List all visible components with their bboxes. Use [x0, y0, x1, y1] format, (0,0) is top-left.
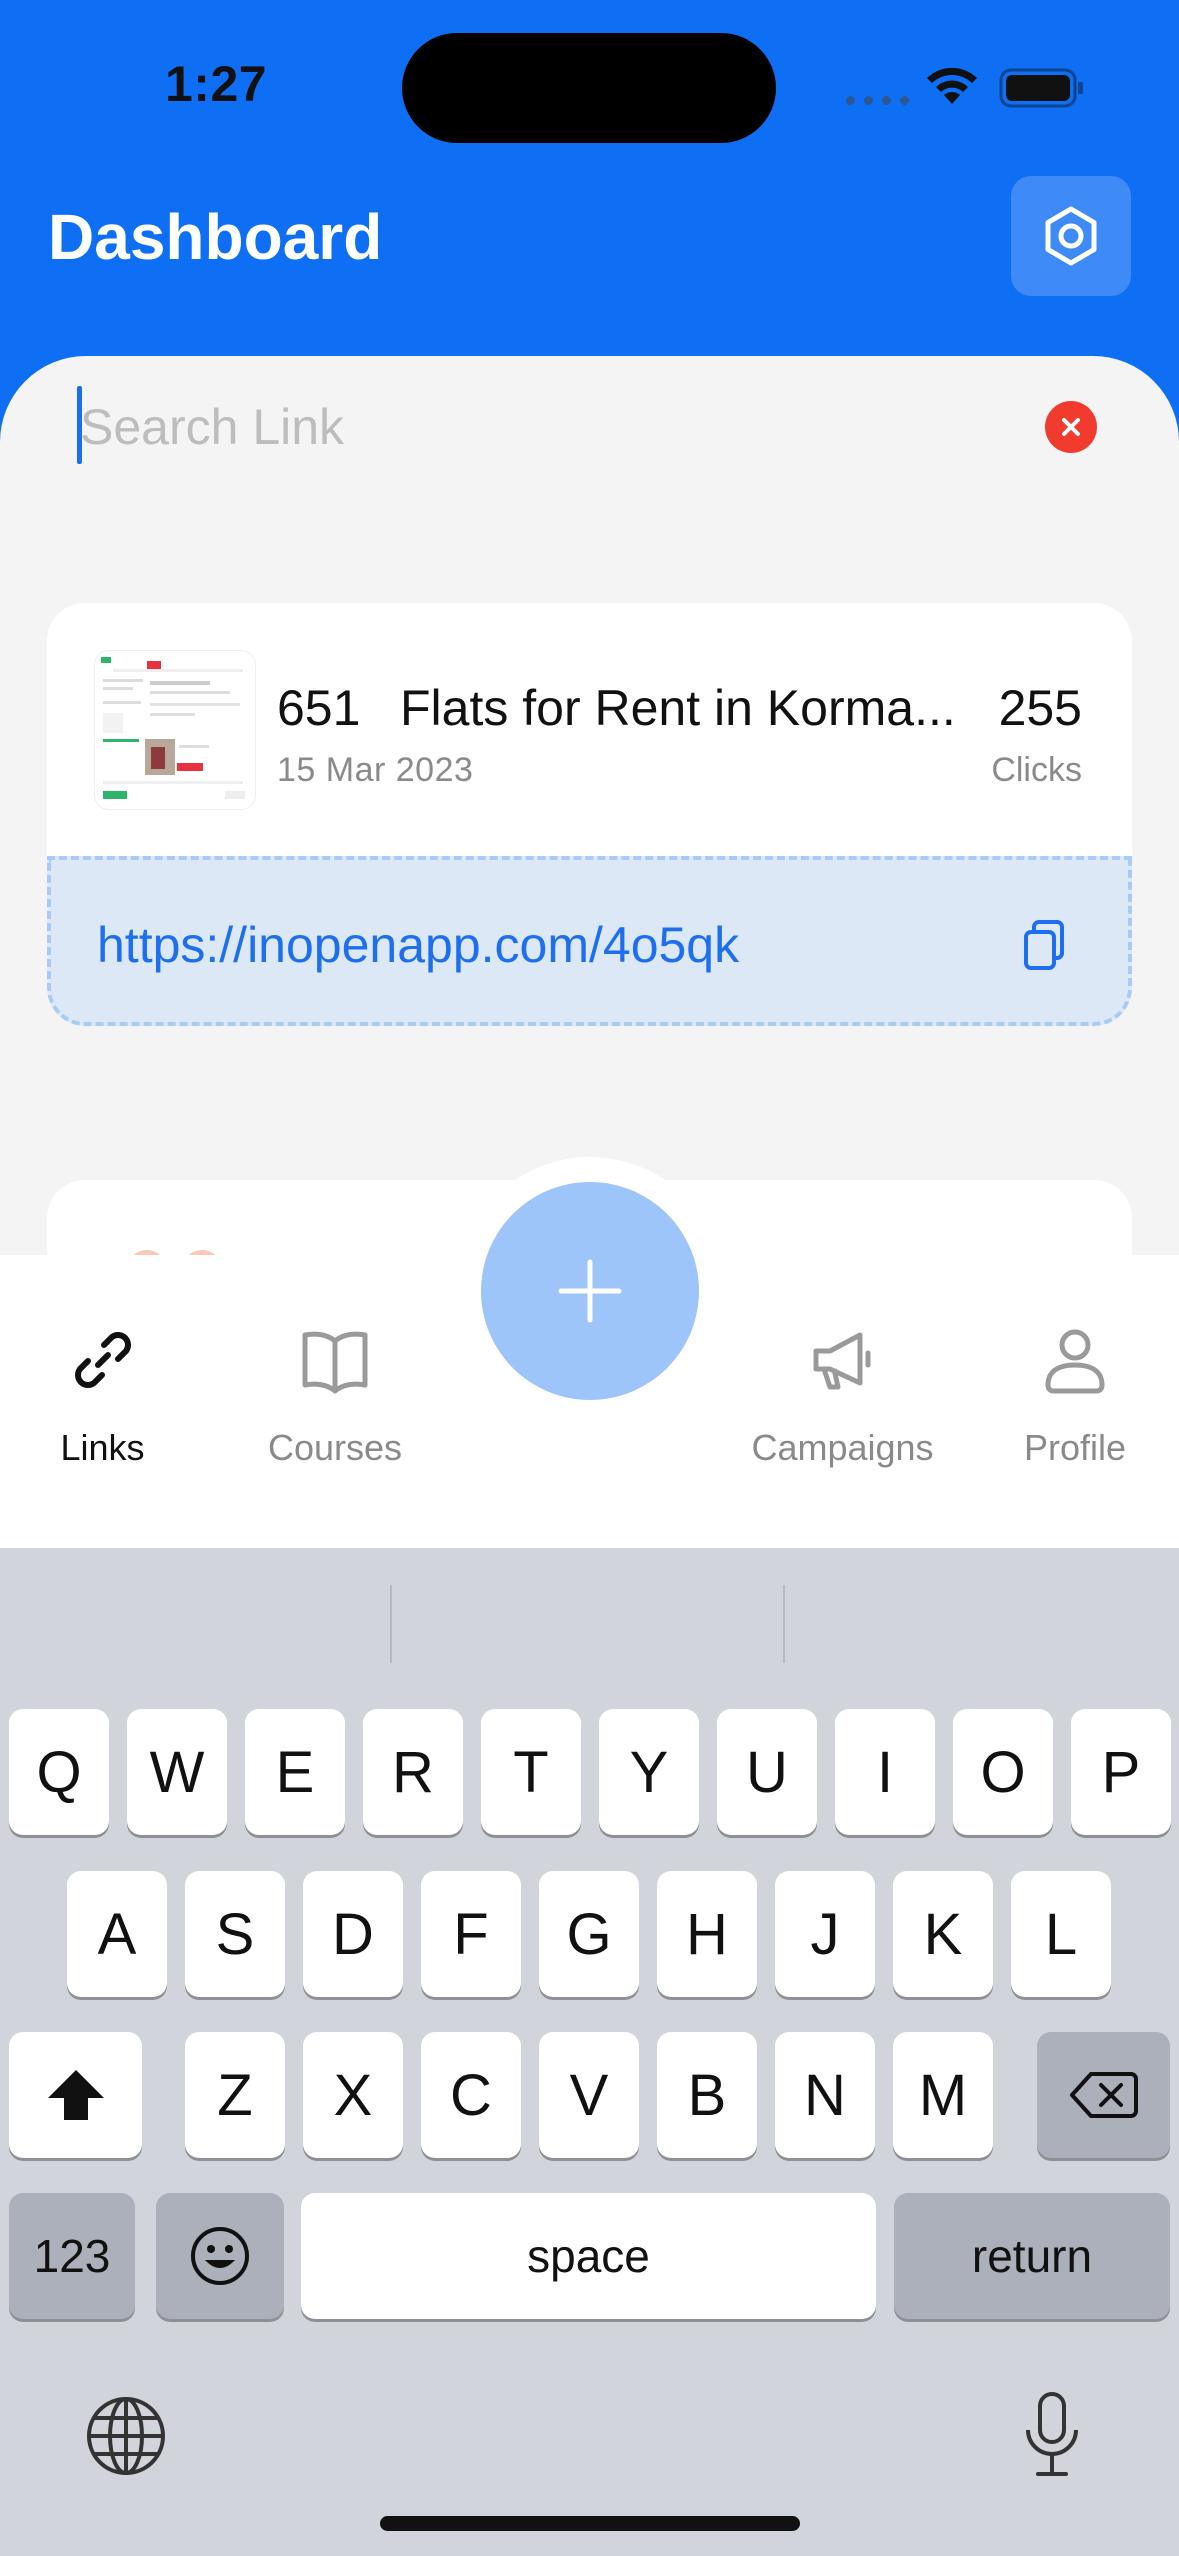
battery-icon	[999, 68, 1083, 108]
link-title: Flats for Rent in Korma...	[400, 680, 956, 736]
copy-icon[interactable]	[1020, 918, 1070, 974]
tab-label: Profile	[1023, 1427, 1127, 1468]
key-z[interactable]: Z	[185, 2032, 285, 2158]
delete-key[interactable]	[1037, 2032, 1170, 2158]
person-icon	[1045, 1329, 1105, 1394]
close-icon	[1062, 418, 1080, 436]
short-url-row[interactable]: https://inopenapp.com/4o5qk	[47, 856, 1132, 1026]
key-o[interactable]: O	[953, 1709, 1053, 1835]
key-w[interactable]: W	[127, 1709, 227, 1835]
key-m[interactable]: M	[893, 2032, 993, 2158]
backspace-icon	[1069, 2072, 1138, 2118]
page-title: Dashboard	[48, 201, 383, 273]
key-a[interactable]: A	[67, 1871, 167, 1997]
home-indicator[interactable]	[380, 2516, 800, 2531]
space-key[interactable]: space	[301, 2193, 876, 2319]
key-h[interactable]: H	[657, 1871, 757, 1997]
link-icon	[74, 1332, 131, 1388]
settings-button[interactable]	[1011, 176, 1131, 296]
tab-label: Courses	[267, 1427, 403, 1468]
key-p[interactable]: P	[1071, 1709, 1171, 1835]
click-count: 255	[998, 680, 1082, 736]
shift-key[interactable]	[9, 2032, 142, 2158]
clear-search-button[interactable]	[1045, 401, 1097, 453]
key-y[interactable]: Y	[599, 1709, 699, 1835]
key-i[interactable]: I	[835, 1709, 935, 1835]
link-date: 15 Mar 2023	[277, 751, 474, 789]
key-g[interactable]: G	[539, 1871, 639, 1997]
wifi-icon	[927, 67, 977, 104]
tab-label: Campaigns	[751, 1427, 934, 1468]
key-f[interactable]: F	[421, 1871, 521, 1997]
key-k[interactable]: K	[893, 1871, 993, 1997]
key-r[interactable]: R	[363, 1709, 463, 1835]
key-c[interactable]: C	[421, 2032, 521, 2158]
key-d[interactable]: D	[303, 1871, 403, 1997]
plus-icon	[558, 1259, 622, 1323]
link-id: 651	[277, 680, 361, 736]
tab-label: Links	[60, 1427, 145, 1468]
tab-profile[interactable]: Profile	[1010, 1325, 1140, 1469]
click-count-label: Clicks	[991, 751, 1082, 789]
dynamic-island	[402, 33, 776, 143]
status-time: 1:27	[165, 56, 268, 112]
emoji-key[interactable]	[156, 2193, 284, 2319]
key-v[interactable]: V	[539, 2032, 639, 2158]
shift-arrow-icon	[47, 2070, 104, 2120]
signal-dots-icon	[846, 96, 909, 105]
key-u[interactable]: U	[717, 1709, 817, 1835]
key-e[interactable]: E	[245, 1709, 345, 1835]
megaphone-icon	[813, 1332, 870, 1390]
tab-courses[interactable]: Courses	[250, 1325, 420, 1469]
gear-icon	[1045, 206, 1097, 266]
key-j[interactable]: J	[775, 1871, 875, 1997]
add-link-button[interactable]	[481, 1182, 699, 1400]
key-x[interactable]: X	[303, 2032, 403, 2158]
search-input[interactable]	[80, 392, 980, 462]
screen: 1:27 Dashboard Search Link 651 Flats for…	[0, 0, 1179, 2556]
key-t[interactable]: T	[481, 1709, 581, 1835]
link-thumbnail	[95, 651, 255, 809]
link-card[interactable]: 651 Flats for Rent in Korma... 15 Mar 20…	[47, 603, 1132, 1026]
numbers-key[interactable]: 123	[9, 2193, 135, 2319]
key-q[interactable]: Q	[9, 1709, 109, 1835]
tab-campaigns[interactable]: Campaigns	[740, 1325, 945, 1469]
key-s[interactable]: S	[185, 1871, 285, 1997]
key-n[interactable]: N	[775, 2032, 875, 2158]
book-icon	[302, 1331, 368, 1394]
return-key[interactable]: return	[894, 2193, 1170, 2319]
globe-icon[interactable]	[84, 2394, 168, 2478]
short-url[interactable]: https://inopenapp.com/4o5qk	[97, 916, 739, 974]
key-b[interactable]: B	[657, 2032, 757, 2158]
microphone-icon[interactable]	[1020, 2390, 1084, 2480]
emoji-icon	[191, 2227, 249, 2285]
suggestion-divider	[390, 1585, 392, 1663]
tab-links[interactable]: Links	[40, 1325, 165, 1469]
suggestion-divider	[783, 1585, 785, 1663]
key-l[interactable]: L	[1011, 1871, 1111, 1997]
